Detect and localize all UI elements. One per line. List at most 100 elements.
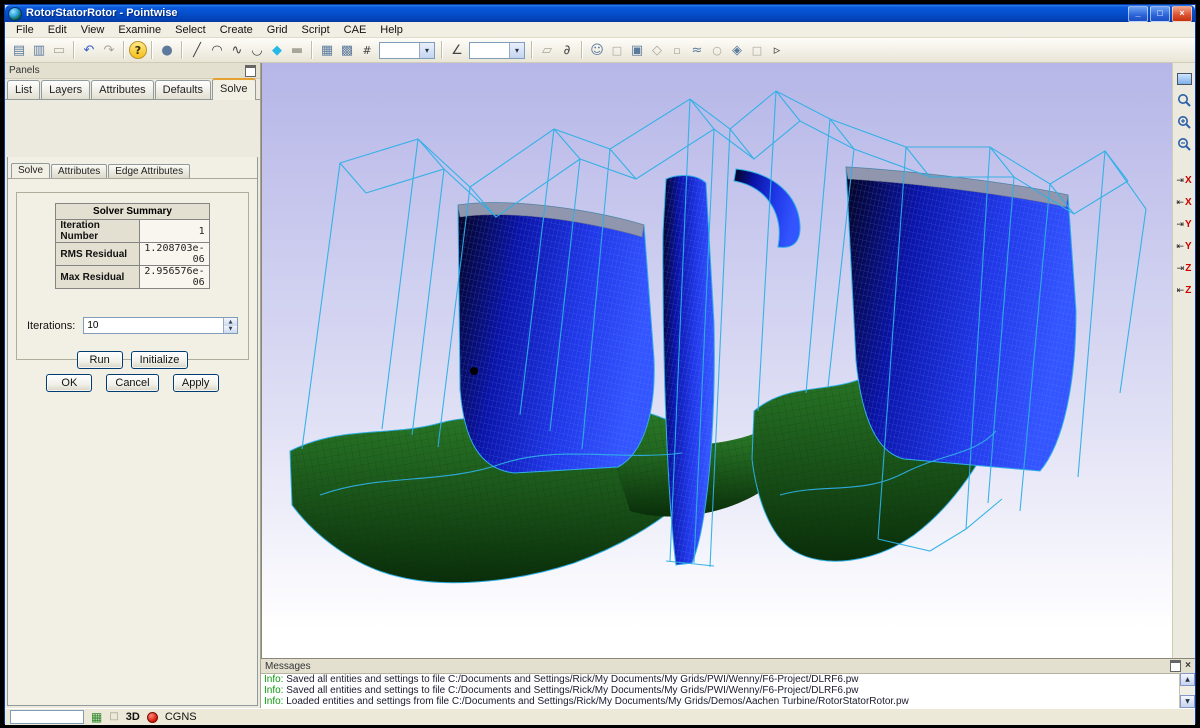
arc-tool-icon[interactable]: ◠	[207, 40, 227, 60]
grid-dimension-icon[interactable]: ▦	[317, 40, 337, 60]
mask-box2-icon[interactable]: ▫	[667, 40, 687, 60]
subtab-solve[interactable]: Solve	[11, 163, 50, 178]
scroll-up-icon[interactable]: ▲	[1180, 673, 1195, 686]
tab-list[interactable]: List	[7, 80, 40, 99]
angle-combo[interactable]: ▾	[469, 42, 525, 59]
menu-select[interactable]: Select	[168, 23, 213, 37]
title-bar[interactable]: RotorStatorRotor - Pointwise _ □ ×	[5, 5, 1195, 22]
iteration-number-label: Iteration Number	[56, 220, 140, 243]
menu-cae[interactable]: CAE	[337, 23, 374, 37]
menu-help[interactable]: Help	[373, 23, 410, 37]
3d-viewport[interactable]	[261, 63, 1174, 658]
ok-button[interactable]: OK	[46, 374, 92, 392]
roller-tool-icon[interactable]: ▬	[287, 40, 307, 60]
iterations-label: Iterations:	[27, 320, 75, 332]
run-button[interactable]: Run	[77, 351, 123, 369]
subtab-edge-attributes[interactable]: Edge Attributes	[108, 164, 190, 178]
menu-file[interactable]: File	[9, 23, 41, 37]
connector-mask-icon[interactable]: ≈	[687, 40, 707, 60]
maximize-button[interactable]: □	[1150, 6, 1170, 22]
messages-header[interactable]: Messages ×	[261, 659, 1195, 674]
spin-up-icon[interactable]: ▲	[224, 318, 237, 326]
grid-distribute-icon[interactable]: ▩	[337, 40, 357, 60]
undo-icon[interactable]: ↶	[79, 40, 99, 60]
angle-icon[interactable]: ∠	[447, 40, 467, 60]
spacing-mask-icon[interactable]: □	[747, 40, 767, 60]
mask-box-icon[interactable]: □	[607, 40, 627, 60]
toolbar-separator	[151, 41, 153, 59]
close-icon[interactable]: ×	[1185, 661, 1191, 671]
mask-icon[interactable]: ☺	[587, 40, 607, 60]
database-mask-icon[interactable]: ◈	[727, 40, 747, 60]
fullscreen-icon[interactable]	[1175, 69, 1194, 88]
tab-solve[interactable]: Solve	[212, 78, 256, 100]
view-minus-y-button[interactable]: ⇤ Y	[1174, 237, 1194, 256]
cancel-button[interactable]: Cancel	[106, 374, 158, 392]
zoom-icon[interactable]	[1175, 91, 1194, 110]
domain-mask-icon[interactable]: ◇	[647, 40, 667, 60]
save-all-icon[interactable]: ▥	[29, 40, 49, 60]
iterations-stepper[interactable]: ▲ ▼	[83, 317, 238, 334]
cae-solver-label: CGNS	[165, 711, 197, 723]
messages-scrollbar[interactable]: ▲ ▼	[1179, 673, 1195, 708]
block-mask-icon[interactable]: ▣	[627, 40, 647, 60]
menu-grid[interactable]: Grid	[260, 23, 295, 37]
view-minus-x-button[interactable]: ⇤ X	[1174, 193, 1194, 212]
apply-button[interactable]: Apply	[173, 374, 219, 392]
messages-log: Info: Saved all entities and settings to…	[261, 673, 1180, 708]
dimension-hash-icon[interactable]: #	[357, 40, 377, 60]
minimize-button[interactable]: _	[1128, 6, 1148, 22]
initialize-button[interactable]: Initialize	[131, 351, 189, 369]
print-icon[interactable]: ▭	[49, 40, 69, 60]
iterations-input[interactable]	[84, 318, 223, 333]
copy-icon[interactable]: ▱	[537, 40, 557, 60]
view-plus-y-button[interactable]: ⇥ Y	[1174, 215, 1194, 234]
spin-down-icon[interactable]: ▼	[224, 326, 237, 334]
solve-tab-page: Solve Attributes Edge Attributes Solver …	[7, 157, 258, 706]
dock-float-icon[interactable]	[245, 65, 256, 77]
derivative-icon[interactable]: ∂	[557, 40, 577, 60]
line-tool-icon[interactable]: ╱	[187, 40, 207, 60]
help-icon[interactable]: ?	[129, 41, 147, 59]
probe-icon[interactable]: ●	[157, 40, 177, 60]
log-line: Info: Loaded entities and settings from …	[264, 696, 1180, 707]
panels-header[interactable]: Panels	[5, 63, 260, 79]
dimension-combo[interactable]: ▾	[379, 42, 435, 59]
subtab-attributes[interactable]: Attributes	[51, 164, 107, 178]
panels-dock: Panels List Layers Attributes Defaults S…	[5, 63, 261, 708]
rms-residual-label: RMS Residual	[56, 243, 140, 266]
solver-summary-table: Solver Summary Iteration Number 1 RMS Re…	[55, 203, 209, 289]
save-icon[interactable]: ▤	[9, 40, 29, 60]
zoom-out-icon[interactable]	[1175, 135, 1194, 154]
entity-status-icon[interactable]: □	[109, 712, 118, 722]
status-command-input[interactable]	[10, 710, 84, 724]
view-plus-z-button[interactable]: ⇥ Z	[1174, 259, 1194, 278]
menu-examine[interactable]: Examine	[111, 23, 168, 37]
menu-edit[interactable]: Edit	[41, 23, 74, 37]
menu-view[interactable]: View	[74, 23, 112, 37]
window-title: RotorStatorRotor - Pointwise	[26, 5, 1128, 22]
view-minus-z-button[interactable]: ⇤ Z	[1174, 281, 1194, 300]
dock-float-icon[interactable]	[1170, 660, 1181, 672]
tab-attributes[interactable]: Attributes	[91, 80, 153, 99]
surface-tool-icon[interactable]: ◆	[267, 40, 287, 60]
scroll-down-icon[interactable]: ▼	[1180, 695, 1195, 708]
chevron-down-icon[interactable]: ▾	[419, 43, 434, 58]
close-button[interactable]: ×	[1172, 6, 1192, 22]
iteration-number-value: 1	[140, 220, 209, 243]
menu-create[interactable]: Create	[213, 23, 260, 37]
view-plus-x-button[interactable]: ⇥ X	[1174, 171, 1194, 190]
curve-tool-icon[interactable]: ◡	[247, 40, 267, 60]
app-icon	[8, 7, 22, 21]
spline-tool-icon[interactable]: ∿	[227, 40, 247, 60]
node-mask-icon[interactable]: ○	[707, 40, 727, 60]
menu-script[interactable]: Script	[295, 23, 337, 37]
chevron-down-icon[interactable]: ▾	[509, 43, 524, 58]
zoom-in-icon[interactable]	[1175, 113, 1194, 132]
grid-status-icon[interactable]: ▦	[91, 711, 102, 723]
redo-icon[interactable]: ↷	[99, 40, 119, 60]
tab-layers[interactable]: Layers	[41, 80, 90, 99]
toolbar-separator	[181, 41, 183, 59]
source-mask-icon[interactable]: ▹	[767, 40, 787, 60]
tab-defaults[interactable]: Defaults	[155, 80, 211, 99]
